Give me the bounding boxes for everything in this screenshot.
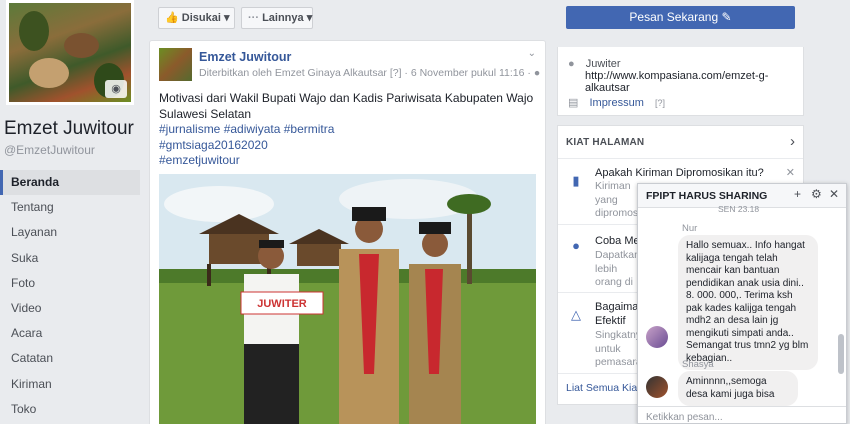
chevron-down-icon[interactable]: ⌄ [528, 48, 536, 59]
pencil-icon: ✎ [721, 10, 732, 24]
globe-icon: ● [568, 58, 575, 70]
nav-item-video[interactable]: Video [0, 296, 140, 321]
post-photo[interactable]: JUWITER [159, 174, 536, 424]
liked-button[interactable]: 👍 Disukai ▾ [158, 7, 235, 29]
post-meta: Diterbitkan oleh Emzet Ginaya Alkautsar … [199, 67, 540, 79]
thumbs-up-icon: 👍 [165, 12, 179, 24]
close-icon[interactable]: ✕ [786, 166, 795, 179]
profile-photo[interactable]: ◉ [6, 0, 134, 105]
post-avatar[interactable] [159, 48, 192, 81]
post-photo-art: JUWITER [159, 174, 536, 424]
nav-item-foto[interactable]: Foto [0, 271, 140, 296]
lightbulb-icon: ● [572, 238, 580, 253]
globe-icon: ● [533, 67, 541, 79]
liked-label: Disukai [181, 12, 221, 24]
camera-icon[interactable]: ◉ [105, 80, 127, 98]
impressum-row: ▤ Impressum [?] [568, 96, 665, 109]
network-icon: △ [571, 307, 581, 322]
nav-item-suka[interactable]: Suka [0, 246, 140, 271]
close-icon[interactable]: ✕ [829, 187, 839, 201]
nav-item-kiriman[interactable]: Kiriman [0, 372, 140, 397]
hashtag-line[interactable]: #gmtsiaga20162020 [159, 138, 334, 154]
send-message-button[interactable]: Pesan Sekarang ✎ [566, 6, 795, 29]
message-bubble: Aminnnn,,semoga desa kami juga bisa [678, 371, 798, 406]
chat-scrollbar[interactable] [838, 334, 844, 374]
page-nav: Beranda Tentang Layanan Suka Foto Video … [0, 170, 140, 422]
cta-label: Pesan Sekarang [629, 10, 719, 24]
avatar[interactable] [646, 376, 668, 398]
website-label: Juwiter [585, 58, 621, 70]
nav-item-acara[interactable]: Acara [0, 321, 140, 346]
nav-item-beranda[interactable]: Beranda [0, 170, 140, 196]
page-title: Emzet Juwitour [4, 118, 134, 139]
post-hashtags: #jurnalisme #adiwiyata #bermitra #gmtsia… [159, 122, 334, 169]
message-sender: Shasya [682, 359, 714, 370]
page-handle[interactable]: @EmzetJuwitour [4, 143, 95, 157]
website-row: ● Juwiter [568, 58, 621, 70]
gear-icon[interactable]: ⚙ [811, 187, 822, 201]
photo-banner-text: JUWITER [257, 298, 307, 310]
nav-item-layanan[interactable]: Layanan [0, 220, 140, 245]
message-sender: Nur [682, 223, 698, 234]
ellipsis-icon: ··· [248, 12, 259, 24]
hashtag-line[interactable]: #jurnalisme #adiwiyata #bermitra [159, 122, 334, 138]
tip-title[interactable]: Apakah Kiriman Dipromosikan itu? [595, 167, 764, 179]
chat-title[interactable]: FPIPT HARUS SHARING [646, 190, 767, 202]
post-meta-text: Diterbitkan oleh Emzet Ginaya Alkautsar … [199, 67, 531, 79]
nav-item-toko[interactable]: Toko [0, 397, 140, 422]
chat-window: FPIPT HARUS SHARING + ⚙ ✕ SEN 23.18 Nur … [637, 183, 847, 424]
divider [558, 158, 803, 159]
nav-item-tentang[interactable]: Tentang [0, 195, 140, 220]
caret-down-icon: ▾ [223, 12, 230, 24]
document-icon: ▤ [568, 97, 579, 109]
more-button[interactable]: ··· Lainnya ▾ [241, 7, 313, 29]
hashtag-line[interactable]: #emzetjuwitour [159, 153, 334, 169]
more-label: Lainnya [262, 12, 304, 24]
caret-down-icon: ▾ [306, 12, 313, 24]
chat-timestamp: SEN 23.18 [718, 204, 760, 214]
post-card: Emzet Juwitour Diterbitkan oleh Emzet Gi… [149, 40, 546, 424]
impressum-help[interactable]: [?] [655, 98, 665, 108]
message-bubble: Hallo semuax.. Info hangat kalijaga teng… [678, 235, 818, 370]
bar-chart-icon: ▮ [572, 173, 580, 188]
chat-message-input[interactable]: Ketikkan pesan... [638, 406, 846, 424]
post-text: Motivasi dari Wakil Bupati Wajo dan Kadi… [159, 91, 534, 121]
info-card: ● Juwiter http://www.kompasiana.com/emze… [557, 47, 804, 116]
impressum-link[interactable]: Impressum [589, 97, 643, 109]
page-tips-header[interactable]: KIAT HALAMAN [566, 137, 644, 148]
avatar[interactable] [646, 326, 668, 348]
left-sidebar: ◉ Emzet Juwitour @EmzetJuwitour Beranda … [0, 0, 145, 424]
nav-item-catatan[interactable]: Catatan [0, 346, 140, 371]
post-author[interactable]: Emzet Juwitour [199, 50, 291, 64]
add-icon[interactable]: + [794, 187, 801, 201]
chevron-right-icon[interactable]: › [790, 133, 795, 150]
website-link[interactable]: http://www.kompasiana.com/emzet-g-alkaut… [585, 70, 803, 94]
